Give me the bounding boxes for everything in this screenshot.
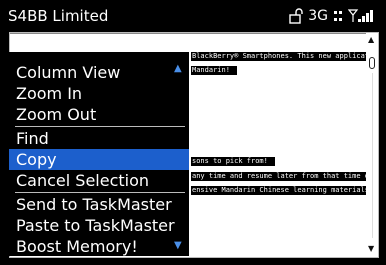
status-bar: S4BB Limited 3G [0,0,386,32]
selected-text-line[interactable]: sons to pick from! [191,157,275,166]
menu-item-boost-memory[interactable]: Boost Memory! [9,236,189,256]
menu-separator [15,192,185,193]
menu-item-copy[interactable]: Copy [9,149,189,170]
selected-text-line[interactable]: BlackBerry® Smartphones. This new applic… [191,52,371,61]
status-indicators: 3G [289,6,374,26]
scroll-thumb[interactable] [369,57,375,69]
menu-item-cancel-selection[interactable]: Cancel Selection [9,170,189,191]
scroll-up-arrow-icon[interactable]: ▲ [368,36,374,44]
selected-text-line[interactable]: Mandarin! [191,66,237,75]
menu-item-zoom-out[interactable]: Zoom Out [9,104,189,125]
selected-text-line[interactable]: ensive Mandarin Chinese learning materia… [191,186,371,195]
menu-item-find[interactable]: Find [9,128,189,149]
scrollbar[interactable]: ▲ ▼ [366,33,378,257]
selected-text-line[interactable]: any time and resume later from that time… [191,172,371,181]
menu-item-paste-to-taskmaster[interactable]: Paste to TaskMaster [9,215,189,236]
context-menu: ▲ Column View Zoom In Zoom Out Find Copy… [9,52,189,256]
menu-item-send-to-taskmaster[interactable]: Send to TaskMaster [9,194,189,215]
menu-item-column-view[interactable]: Column View [9,62,189,83]
lock-icon [289,8,303,24]
divider [10,33,378,34]
network-type: 3G [308,8,328,24]
menu-item-zoom-in[interactable]: Zoom In [9,83,189,104]
menu-scroll-down-icon[interactable]: ▼ [174,241,182,251]
signal-strength-icon [348,9,374,23]
menu-separator [15,126,185,127]
scroll-down-arrow-icon[interactable]: ▼ [368,245,374,253]
data-transfer-icon [333,10,343,22]
scroll-track [372,73,373,238]
app-title: S4BB Limited [8,7,109,25]
